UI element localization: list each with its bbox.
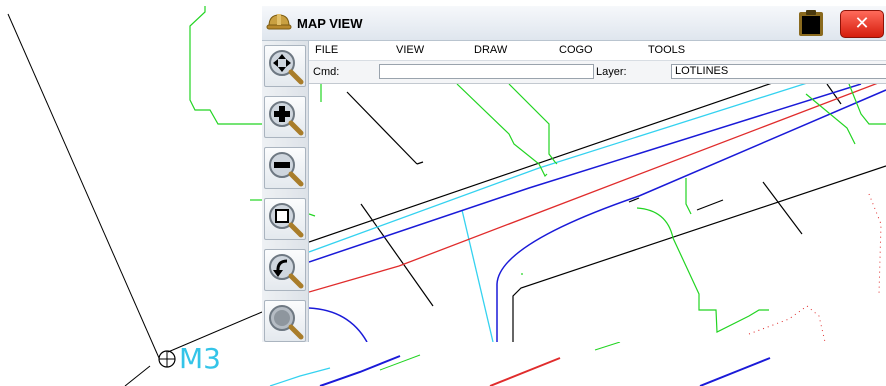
menu-cogo[interactable]: COGO: [559, 44, 593, 56]
close-icon: ✕: [854, 13, 870, 34]
cmd-label: Cmd:: [313, 66, 340, 78]
map-view-window: MAP VIEW ✕ FILE VIEW DRAW COGO TOOLS Cmd…: [262, 6, 886, 342]
zoom-window-tool[interactable]: [264, 198, 306, 240]
edge-of-pavement: [309, 84, 862, 263]
zoom-toolbar: [262, 41, 309, 342]
pan-arrows-magnifier-icon: [269, 50, 304, 85]
edge-of-pavement: [496, 89, 886, 342]
menu-file[interactable]: FILE: [315, 44, 338, 56]
zoom-in-tool[interactable]: [264, 96, 306, 138]
lot-line: [346, 91, 418, 165]
map-canvas[interactable]: [309, 84, 886, 342]
zoom-extents-tool[interactable]: [264, 300, 306, 342]
zoom-window-magnifier-icon: [269, 203, 304, 238]
curb-line: [512, 165, 886, 342]
clipboard-icon[interactable]: [796, 9, 826, 37]
command-bar: Cmd: Layer: LOTLINES: [309, 61, 886, 84]
centerline: [461, 209, 494, 342]
title-bar: MAP VIEW ✕: [262, 6, 886, 41]
lane-line: [309, 84, 878, 293]
window-title: MAP VIEW: [297, 16, 363, 31]
command-input[interactable]: [379, 64, 594, 79]
zoom-previous-tool[interactable]: [264, 249, 306, 291]
close-button[interactable]: ✕: [840, 10, 884, 38]
hardhat-icon: [266, 14, 292, 30]
station-label: M3: [179, 342, 221, 375]
layer-field[interactable]: LOTLINES: [671, 64, 886, 79]
menu-view[interactable]: VIEW: [396, 44, 424, 56]
zoom-in-magnifier-icon: [269, 101, 304, 136]
lot-line-green: [456, 84, 548, 178]
menu-draw[interactable]: DRAW: [474, 44, 507, 56]
menu-bar: FILE VIEW DRAW COGO TOOLS: [309, 41, 886, 61]
layer-label: Layer:: [596, 66, 627, 78]
centerline: [309, 84, 807, 253]
right-of-way-line: [309, 84, 772, 243]
zoom-extents-magnifier-icon: [269, 305, 304, 340]
pan-zoom-tool[interactable]: [264, 45, 306, 87]
zoom-out-tool[interactable]: [264, 147, 306, 189]
menu-tools[interactable]: TOOLS: [648, 44, 685, 56]
zoom-previous-magnifier-icon: [269, 254, 304, 289]
zoom-out-magnifier-icon: [269, 152, 304, 187]
